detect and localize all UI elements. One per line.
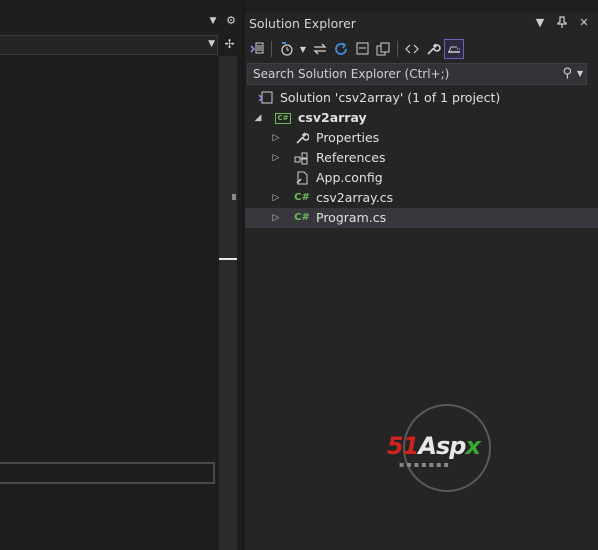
toolbar-separator xyxy=(397,41,398,57)
collapsed-triangle-icon[interactable]: ▷ xyxy=(271,128,281,148)
tree-item-label: Program.cs xyxy=(316,210,387,225)
tree-row-solution[interactable]: Solution 'csv2array' (1 of 1 project) xyxy=(245,88,598,108)
sync-icon[interactable] xyxy=(310,39,330,59)
collapsed-triangle-icon[interactable]: ▷ xyxy=(271,188,281,208)
expanded-triangle-icon[interactable]: ◢ xyxy=(253,108,263,128)
switch-views-icon[interactable] xyxy=(247,39,267,59)
window-position-icon[interactable]: ▼ xyxy=(534,16,546,31)
editor-area: ▼ ⚙ ▼ ✢ xyxy=(0,0,242,550)
watermark-logo: 51Aspx ▪▪▪▪▪▪▪ xyxy=(387,404,507,494)
tree-row-properties[interactable]: ▷ Properties xyxy=(245,128,598,148)
csharp-project-icon: C# xyxy=(275,113,291,124)
project-label: csv2array xyxy=(298,110,367,125)
history-icon[interactable] xyxy=(276,39,296,59)
panel-title: Solution Explorer xyxy=(249,16,356,31)
tree-row-csv2array-cs[interactable]: ▷ C# csv2array.cs xyxy=(245,188,598,208)
chevron-down-icon: ▼ xyxy=(208,39,215,49)
tree-item-label: Properties xyxy=(316,130,380,145)
output-panel-box[interactable] xyxy=(0,462,215,484)
tree-row-program-cs[interactable]: ▷ C# Program.cs xyxy=(245,208,598,228)
collapse-all-icon[interactable] xyxy=(352,39,372,59)
csharp-file-icon: C# xyxy=(294,192,310,203)
code-view-icon[interactable] xyxy=(402,39,422,59)
pin-icon[interactable] xyxy=(556,16,568,31)
show-all-files-icon[interactable] xyxy=(373,39,393,59)
search-input[interactable]: Search Solution Explorer (Ctrl+;) ⚲ ▼ xyxy=(247,63,587,85)
scrollbar-marker xyxy=(232,194,236,200)
navigation-bar-dropdown[interactable]: ▼ xyxy=(0,35,218,55)
tree-item-label: App.config xyxy=(316,170,383,185)
chevron-down-icon[interactable]: ▼ xyxy=(297,39,309,59)
solution-icon xyxy=(258,91,274,105)
gear-icon[interactable]: ⚙ xyxy=(224,14,238,28)
csharp-file-icon: C# xyxy=(294,212,310,223)
preview-selected-items-icon[interactable] xyxy=(444,39,464,59)
solution-tree: Solution 'csv2array' (1 of 1 project) ◢ … xyxy=(245,88,598,228)
tree-item-label: csv2array.cs xyxy=(316,190,394,205)
properties-icon[interactable] xyxy=(423,39,443,59)
collapsed-triangle-icon[interactable]: ▷ xyxy=(271,208,281,228)
collapsed-triangle-icon[interactable]: ▷ xyxy=(271,148,281,168)
vertical-scrollbar[interactable] xyxy=(219,56,237,550)
logo-subtitle-graphic: ▪▪▪▪▪▪▪ xyxy=(399,460,451,469)
tree-row-references[interactable]: ▷ References xyxy=(245,148,598,168)
search-placeholder: Search Solution Explorer (Ctrl+;) xyxy=(253,67,450,81)
close-icon[interactable]: ✕ xyxy=(578,16,590,31)
refresh-icon[interactable] xyxy=(331,39,351,59)
toolbar-separator xyxy=(271,41,272,57)
tree-row-app-config[interactable]: App.config xyxy=(245,168,598,188)
references-icon xyxy=(294,151,310,165)
chevron-down-icon[interactable]: ▼ xyxy=(577,69,583,78)
solution-explorer-toolbar: ▼ xyxy=(247,38,464,60)
solution-label: Solution 'csv2array' (1 of 1 project) xyxy=(280,90,501,105)
panel-title-buttons: ▼ ✕ xyxy=(534,16,590,31)
split-view-icon[interactable]: ✢ xyxy=(223,38,236,51)
search-icon[interactable]: ⚲ xyxy=(562,66,572,81)
tree-item-label: References xyxy=(316,150,386,165)
logo-text: 51Aspx xyxy=(387,432,481,460)
chevron-down-icon[interactable]: ▼ xyxy=(206,14,220,28)
scrollbar-thumb[interactable] xyxy=(219,258,237,260)
tree-row-project[interactable]: ◢ C# csv2array xyxy=(245,108,598,128)
config-file-icon xyxy=(294,171,310,185)
wrench-icon xyxy=(294,131,310,145)
